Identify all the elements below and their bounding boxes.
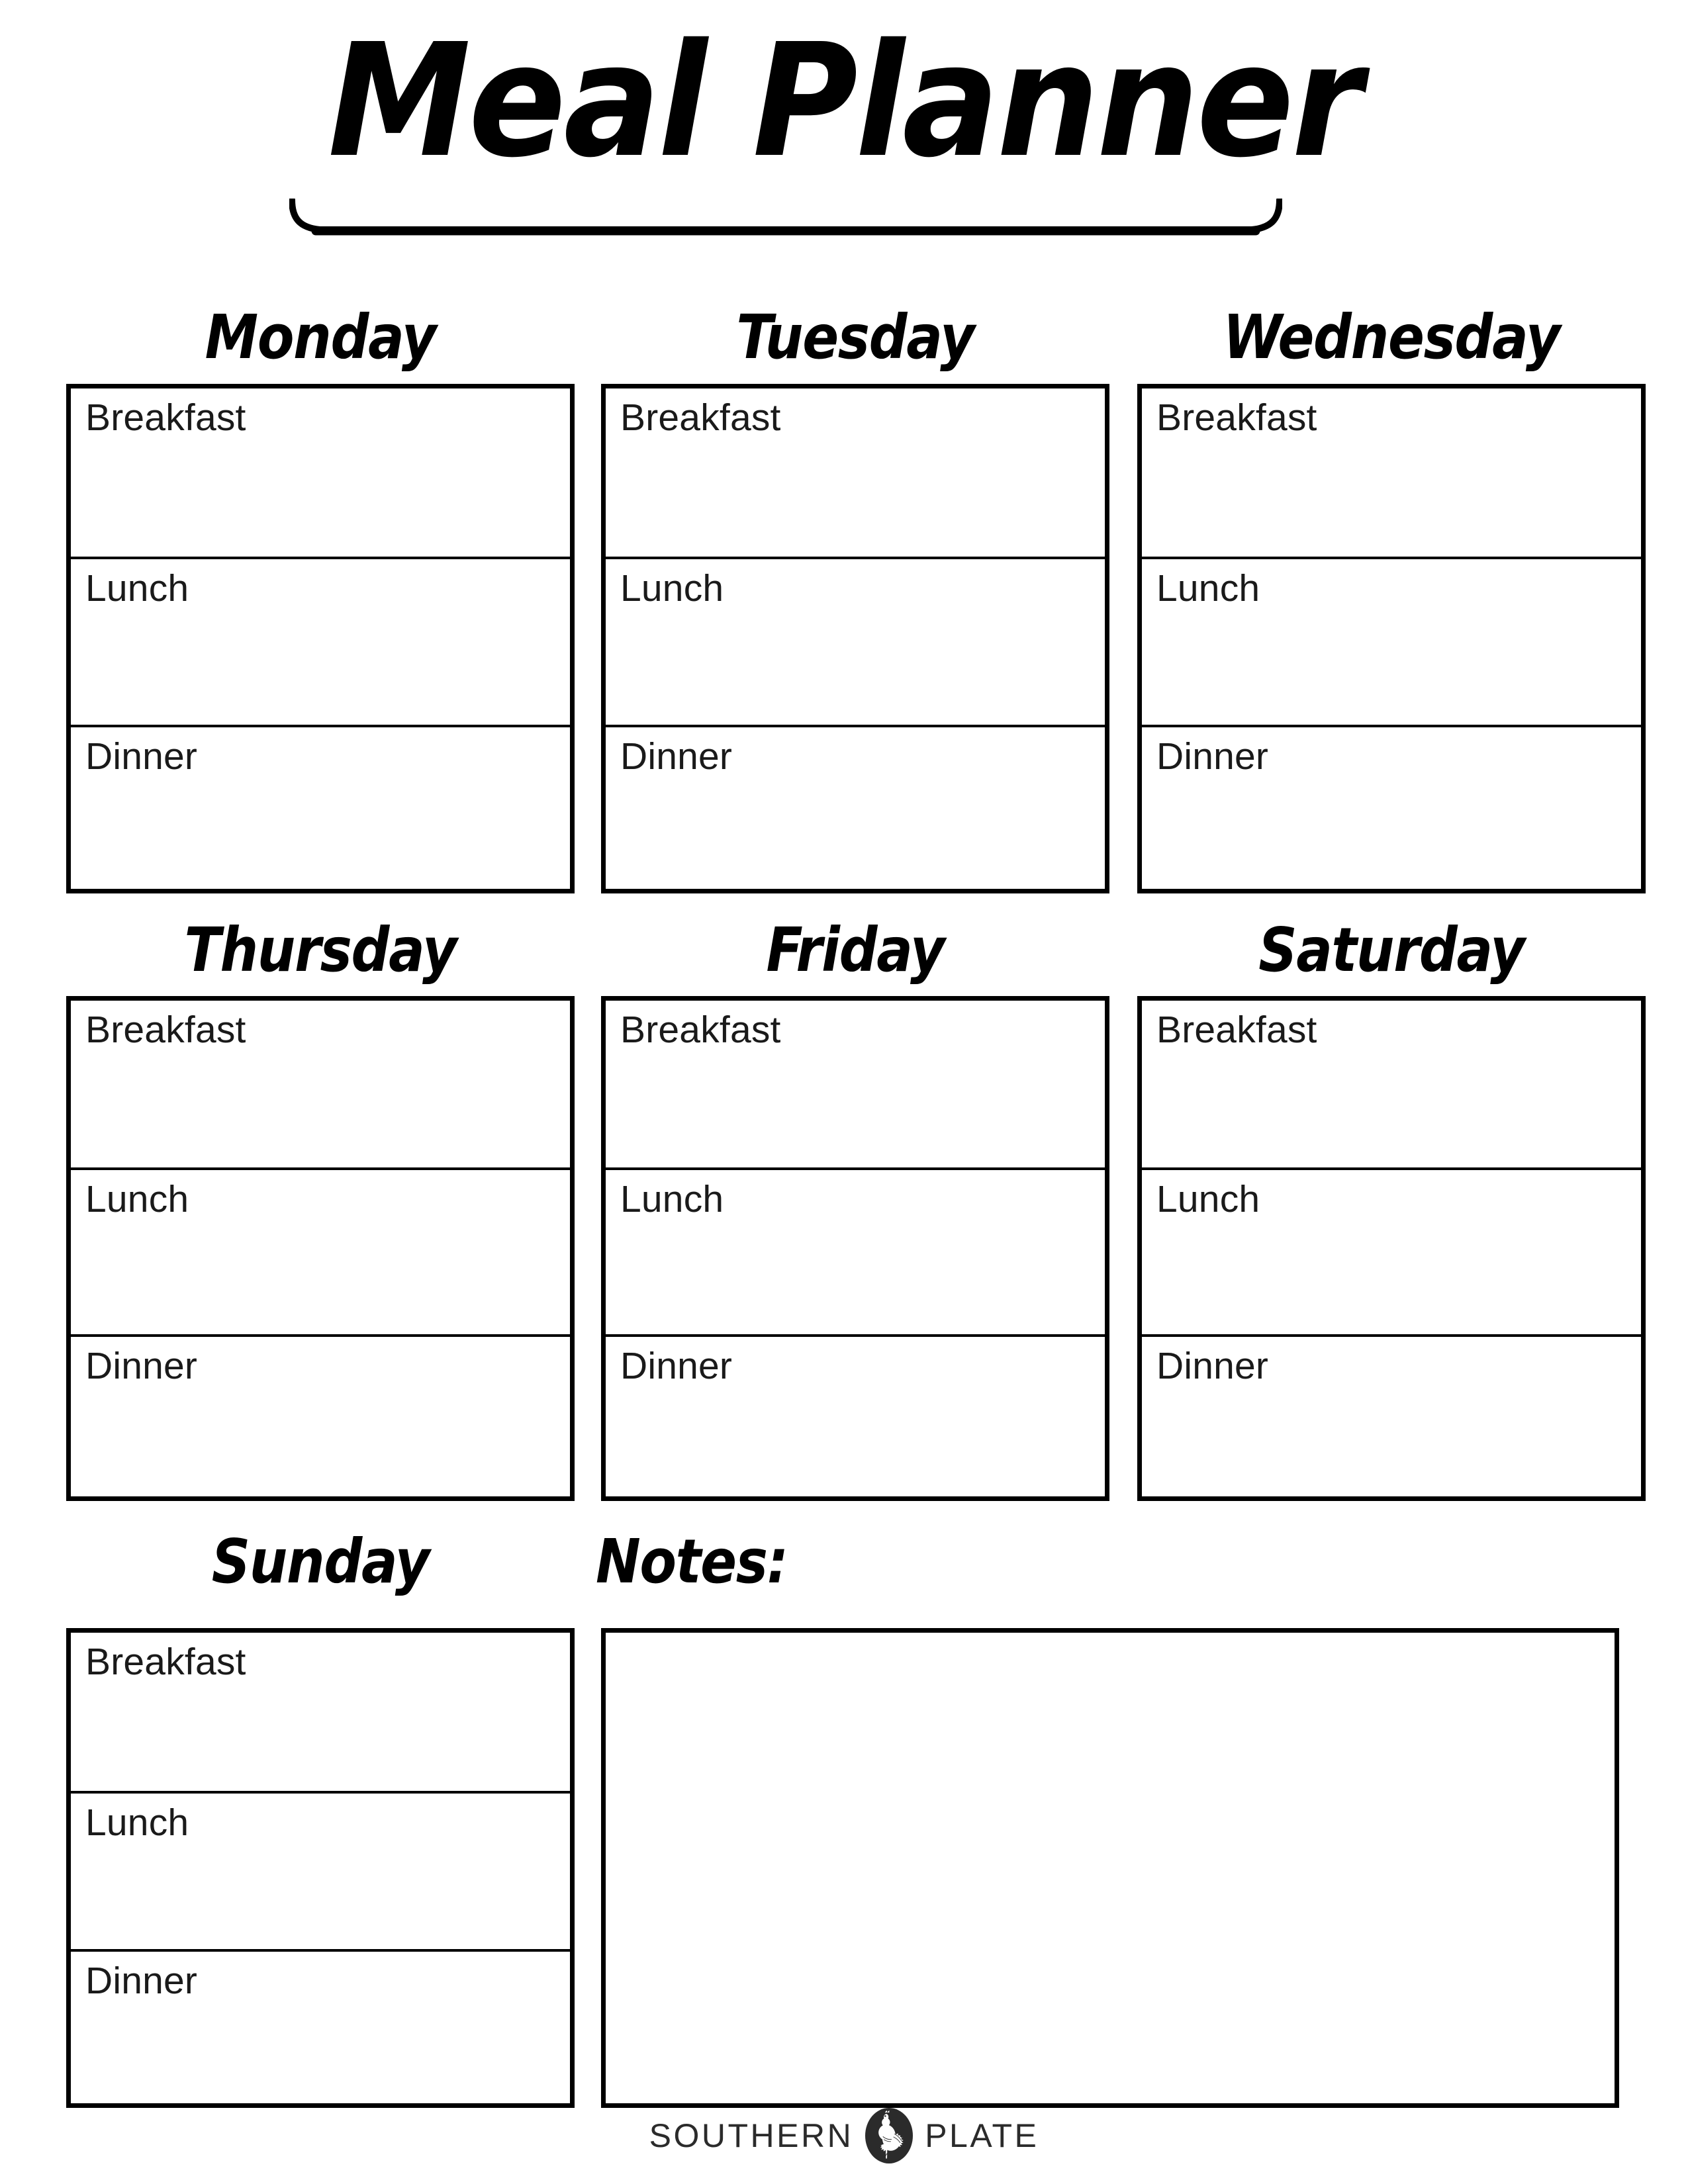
meal-cell-saturday-dinner[interactable]: Dinner [1142, 1337, 1641, 1496]
meal-cell-tuesday-breakfast[interactable]: Breakfast [606, 388, 1105, 559]
meal-label: Lunch [85, 1178, 189, 1220]
meal-label: Breakfast [620, 396, 781, 439]
meal-cell-sunday-lunch[interactable]: Lunch [71, 1794, 570, 1952]
meal-cell-saturday-breakfast[interactable]: Breakfast [1142, 1001, 1641, 1170]
meal-label: Dinner [1156, 1345, 1269, 1387]
meal-label: Dinner [85, 1345, 198, 1387]
day-header-friday: Friday [766, 915, 945, 985]
meal-cell-thursday-dinner[interactable]: Dinner [71, 1337, 570, 1496]
day-header-monday: Monday [205, 302, 437, 373]
meal-cell-tuesday-lunch[interactable]: Lunch [606, 559, 1105, 727]
meal-cell-friday-breakfast[interactable]: Breakfast [606, 1001, 1105, 1170]
day-header-wednesday: Wednesday [1223, 302, 1561, 373]
meal-cell-sunday-dinner[interactable]: Dinner [71, 1952, 570, 2103]
day-box-monday[interactable]: Breakfast Lunch Dinner [66, 384, 575, 893]
brand-word-southern: SOUTHERN [649, 2117, 854, 2154]
meal-cell-friday-lunch[interactable]: Lunch [606, 1170, 1105, 1337]
meal-label: Lunch [620, 567, 724, 610]
meal-label: Dinner [1156, 735, 1269, 778]
day-header-thursday: Thursday [184, 915, 457, 985]
day-box-friday[interactable]: Breakfast Lunch Dinner [601, 996, 1109, 1501]
meal-cell-tuesday-dinner[interactable]: Dinner [606, 727, 1105, 889]
footer-brand: SOUTHERN PLATE [0, 2099, 1688, 2172]
day-box-tuesday[interactable]: Breakfast Lunch Dinner [601, 384, 1109, 893]
meal-cell-sunday-breakfast[interactable]: Breakfast [71, 1633, 570, 1794]
meal-label: Breakfast [1156, 396, 1317, 439]
meal-cell-monday-lunch[interactable]: Lunch [71, 559, 570, 727]
meal-cell-wednesday-lunch[interactable]: Lunch [1142, 559, 1641, 727]
meal-label: Breakfast [85, 1009, 246, 1051]
meal-label: Lunch [1156, 1178, 1260, 1220]
meal-cell-saturday-lunch[interactable]: Lunch [1142, 1170, 1641, 1337]
day-header-sunday: Sunday [211, 1526, 430, 1597]
meal-label: Lunch [620, 1178, 724, 1220]
meal-label: Lunch [85, 567, 189, 610]
meal-cell-wednesday-dinner[interactable]: Dinner [1142, 727, 1641, 889]
meal-label: Dinner [85, 735, 198, 778]
brand-word-plate: PLATE [925, 2117, 1039, 2154]
meal-label: Lunch [1156, 567, 1260, 610]
day-box-sunday[interactable]: Breakfast Lunch Dinner [66, 1628, 575, 2108]
day-box-saturday[interactable]: Breakfast Lunch Dinner [1137, 996, 1646, 1501]
notes-box[interactable] [601, 1628, 1619, 2108]
meal-cell-monday-dinner[interactable]: Dinner [71, 727, 570, 889]
meal-label: Breakfast [1156, 1009, 1317, 1051]
rooster-icon [865, 2108, 914, 2163]
meal-label: Dinner [85, 1960, 198, 2002]
meal-label: Dinner [620, 735, 733, 778]
day-box-thursday[interactable]: Breakfast Lunch Dinner [66, 996, 575, 1501]
day-box-wednesday[interactable]: Breakfast Lunch Dinner [1137, 384, 1646, 893]
day-header-tuesday: Tuesday [736, 302, 974, 373]
meal-label: Breakfast [85, 396, 246, 439]
meal-label: Dinner [620, 1345, 733, 1387]
meal-cell-wednesday-breakfast[interactable]: Breakfast [1142, 388, 1641, 559]
meal-planner-page: Meal Planner Monday Breakfast Lunch Dinn… [0, 0, 1688, 2184]
notes-heading: Notes: [596, 1526, 788, 1597]
meal-cell-thursday-lunch[interactable]: Lunch [71, 1170, 570, 1337]
planner-grid: Monday Breakfast Lunch Dinner Tuesday Br… [0, 0, 1688, 2184]
meal-label: Lunch [85, 1801, 189, 1844]
meal-cell-friday-dinner[interactable]: Dinner [606, 1337, 1105, 1496]
meal-cell-monday-breakfast[interactable]: Breakfast [71, 388, 570, 559]
meal-cell-thursday-breakfast[interactable]: Breakfast [71, 1001, 570, 1170]
day-header-saturday: Saturday [1258, 915, 1525, 985]
meal-label: Breakfast [85, 1641, 246, 1683]
meal-label: Breakfast [620, 1009, 781, 1051]
